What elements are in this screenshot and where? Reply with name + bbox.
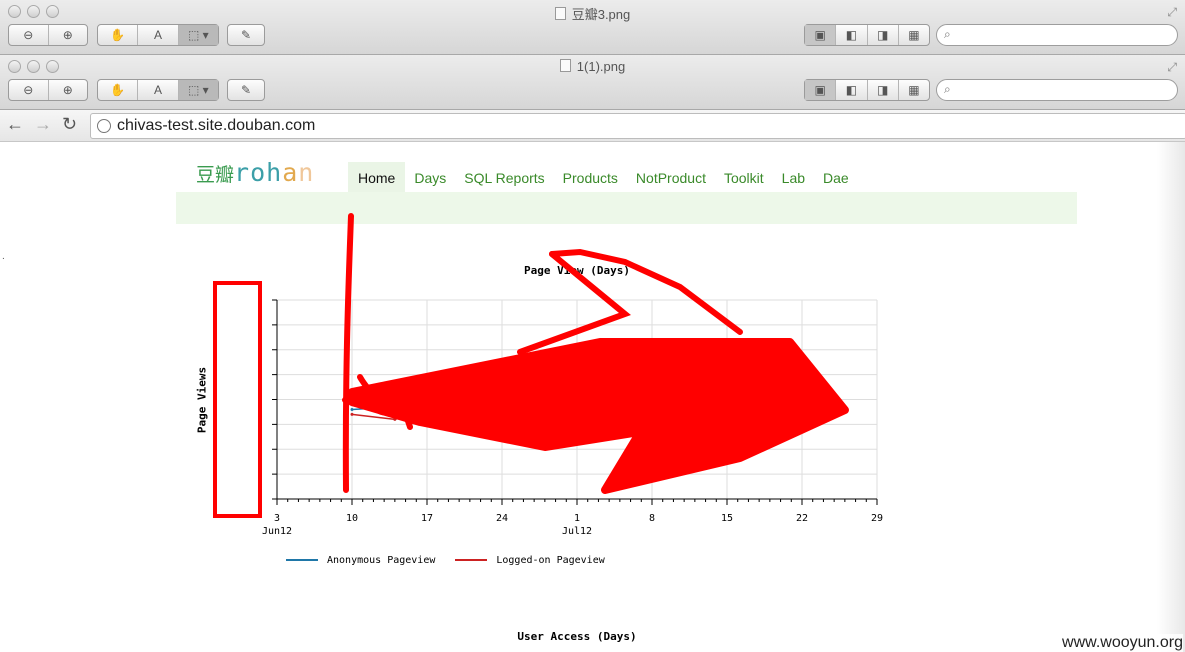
series-point xyxy=(350,412,354,416)
redaction-box xyxy=(213,281,262,518)
sidebar-icon[interactable]: ◧ xyxy=(836,80,868,100)
legend-label: Anonymous Pageview xyxy=(327,554,436,566)
legend-swatch xyxy=(286,559,318,561)
pencil-icon[interactable]: ✎ xyxy=(228,80,264,100)
x-tick-label: 8 xyxy=(649,513,655,524)
zoom-in-icon[interactable]: ⊕ xyxy=(49,80,88,100)
forward-arrow-icon[interactable]: → xyxy=(34,114,52,135)
series-point xyxy=(350,407,354,411)
select-icon[interactable]: ⬚ ▾ xyxy=(178,25,218,45)
reload-icon[interactable]: ↻ xyxy=(62,114,77,135)
pencil-icon[interactable]: ✎ xyxy=(228,25,264,45)
tool-controls: ✋ A ⬚ ▾ xyxy=(97,79,219,101)
url-text: chivas-test.site.douban.com xyxy=(117,117,316,134)
hand-icon[interactable]: ✋ xyxy=(98,80,139,100)
preview-window-2: 1(1).png ⤢ ⊖ ⊕ ✋ A ⬚ ▾ ✎ ▣ ◧ ◨ ▦ ⌕ xyxy=(0,55,1185,110)
zoom-out-icon[interactable]: ⊖ xyxy=(9,25,49,45)
x-tick-label: 3 xyxy=(274,513,280,524)
address-bar[interactable]: chivas-test.site.douban.com xyxy=(90,113,1185,139)
edit-controls: ✎ xyxy=(227,79,265,101)
sidebar-icon[interactable]: ◧ xyxy=(836,25,868,45)
stray-mark: . xyxy=(2,251,5,262)
x-tick-label: 15 xyxy=(721,513,733,524)
x-tick-label: 1 xyxy=(574,513,580,524)
x-tick-sublabel: Jun12 xyxy=(262,526,292,537)
legend-item: Anonymous Pageview xyxy=(286,555,435,566)
zoom-in-icon[interactable]: ⊕ xyxy=(49,25,88,45)
fullscreen-icon[interactable]: ⤢ xyxy=(1167,5,1177,20)
two-page-icon[interactable]: ◨ xyxy=(868,25,899,45)
globe-icon xyxy=(97,119,111,133)
legend-item: Logged-on Pageview xyxy=(455,554,605,566)
view-controls: ▣ ◧ ◨ ▦ xyxy=(804,24,930,46)
x-tick-label: 17 xyxy=(421,513,433,524)
text-tool-icon[interactable]: A xyxy=(138,25,179,45)
x-tick-label: 24 xyxy=(496,513,508,524)
search-field[interactable]: ⌕ xyxy=(936,79,1178,101)
zoom-controls: ⊖ ⊕ xyxy=(8,79,88,101)
footer-chart-title: User Access (Days) xyxy=(517,630,637,643)
zoom-controls: ⊖ ⊕ xyxy=(8,24,88,46)
chart-legend: Anonymous Pageview Logged-on Pageview xyxy=(286,553,625,566)
watermark: www.wooyun.org xyxy=(1062,634,1183,652)
text-tool-icon[interactable]: A xyxy=(138,80,179,100)
legend-label: Logged-on Pageview xyxy=(496,554,605,566)
fullscreen-icon[interactable]: ⤢ xyxy=(1167,60,1177,75)
hand-icon[interactable]: ✋ xyxy=(98,25,139,45)
search-field[interactable]: ⌕ xyxy=(936,24,1178,46)
single-page-icon[interactable]: ▣ xyxy=(805,25,837,45)
select-icon[interactable]: ⬚ ▾ xyxy=(178,80,218,100)
browser-toolbar: ← → ↻ chivas-test.site.douban.com xyxy=(0,110,1185,142)
redaction-stroke xyxy=(549,248,743,335)
view-controls: ▣ ◧ ◨ ▦ xyxy=(804,79,930,101)
window-title: 豆瓣3.png xyxy=(0,4,1185,23)
single-page-icon[interactable]: ▣ xyxy=(805,80,837,100)
tool-controls: ✋ A ⬚ ▾ xyxy=(97,24,219,46)
back-arrow-icon[interactable]: ← xyxy=(6,114,24,135)
contact-sheet-icon[interactable]: ▦ xyxy=(899,80,929,100)
x-tick-label: 10 xyxy=(346,513,358,524)
preview-window-1: 豆瓣3.png ⤢ ⊖ ⊕ ✋ A ⬚ ▾ ✎ ▣ ◧ ◨ ▦ ⌕ xyxy=(0,0,1185,55)
file-icon xyxy=(559,59,571,72)
edit-controls: ✎ xyxy=(227,24,265,46)
window-title: 1(1).png xyxy=(0,59,1185,74)
x-tick-label: 22 xyxy=(796,513,808,524)
search-icon: ⌕ xyxy=(944,82,951,96)
file-icon xyxy=(554,7,566,20)
x-tick-label: 29 xyxy=(871,513,883,524)
zoom-out-icon[interactable]: ⊖ xyxy=(9,80,49,100)
redaction-stroke xyxy=(517,251,631,355)
pageview-chart: 3 Jun12 10 17 24 1 Jul12 8 15 22 29 xyxy=(213,213,883,537)
two-page-icon[interactable]: ◨ xyxy=(868,80,899,100)
web-page: 豆瓣rohan Home Days SQL Reports Products NotPr… xyxy=(0,142,1185,652)
search-icon: ⌕ xyxy=(944,27,951,41)
contact-sheet-icon[interactable]: ▦ xyxy=(899,25,929,45)
legend-swatch xyxy=(455,559,488,561)
x-tick-sublabel: Jul12 xyxy=(562,526,592,537)
